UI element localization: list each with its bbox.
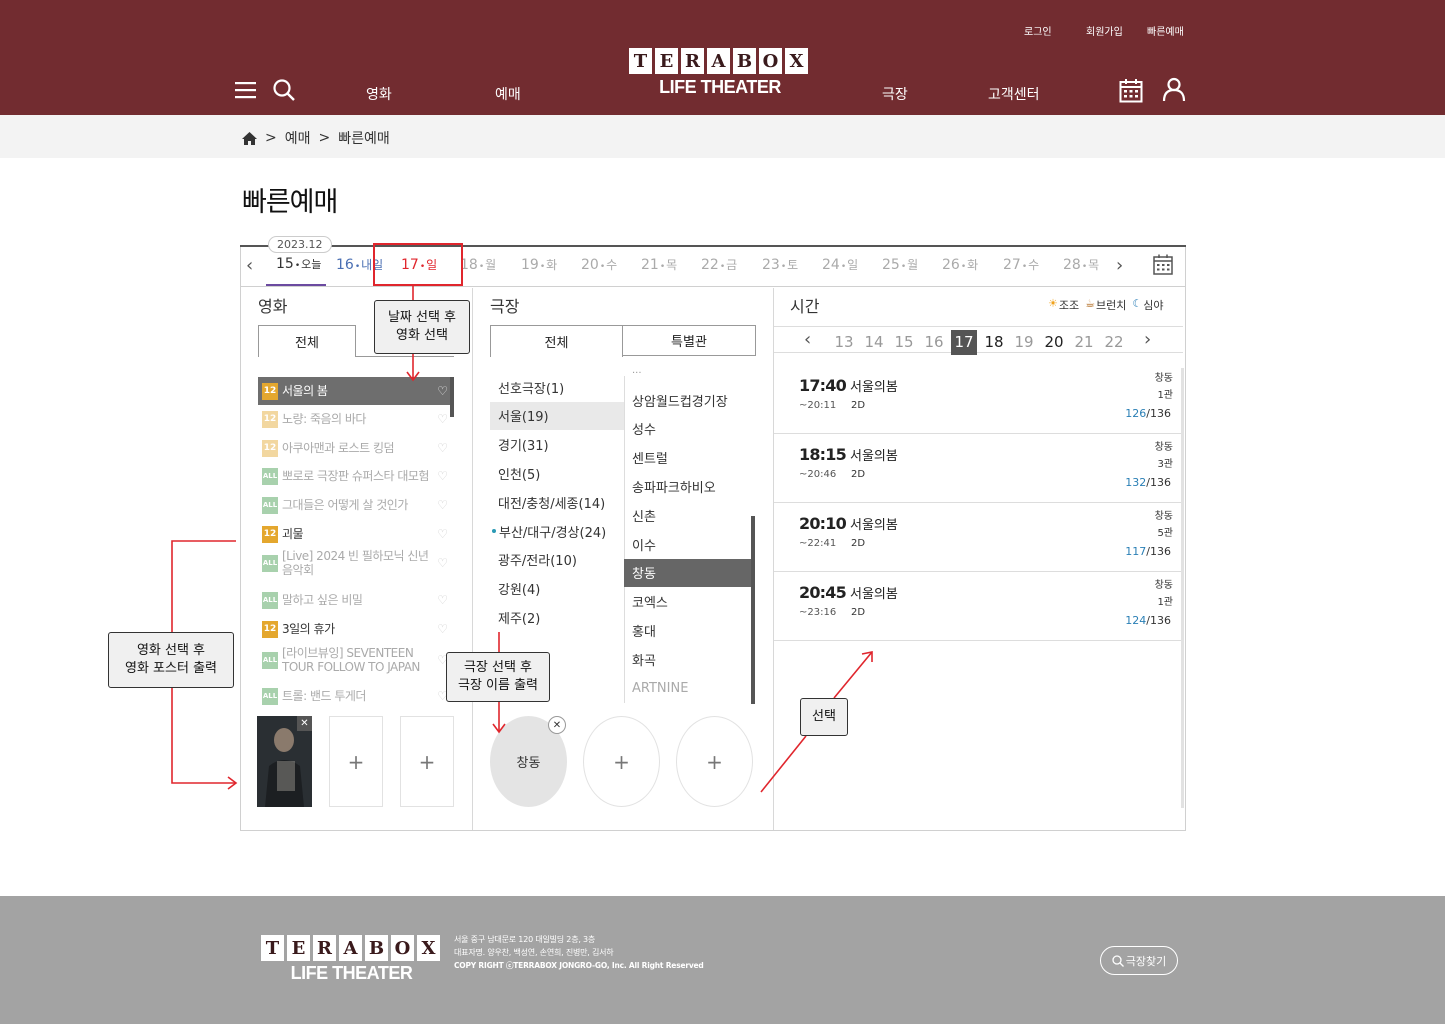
- note-date-then-movie: 날짜 선택 후 영화 선택: [374, 300, 470, 354]
- logo-letter: B: [365, 935, 388, 961]
- footer-logo-subtitle: LIFE THEATER: [290, 963, 413, 983]
- footer-ceo: 대표자명. 양우찬, 백성연, 손연희, 진병만, 김서하: [454, 948, 614, 957]
- note-theater-name: 극장 선택 후 극장 이름 출력: [446, 652, 550, 702]
- logo-letter: A: [339, 935, 362, 961]
- logo-letter: O: [391, 935, 414, 961]
- logo-letter: T: [261, 935, 284, 961]
- find-theater-button[interactable]: 극장찾기: [1100, 946, 1178, 975]
- note-select: 선택: [800, 698, 848, 736]
- logo-letter: E: [287, 935, 310, 961]
- search-icon: [1112, 954, 1124, 967]
- logo-letter: X: [417, 935, 440, 961]
- footer: [0, 896, 1445, 1024]
- footer-copyright: COPY RIGHT ⓒTERRABOX JONGRO-GO, Inc. All…: [454, 961, 704, 970]
- note-movie-poster: 영화 선택 후 영화 포스터 출력: [108, 632, 234, 688]
- find-theater-label: 극장찾기: [1125, 954, 1167, 968]
- annotation-arrows: [171, 286, 873, 793]
- logo-letter: R: [313, 935, 336, 961]
- footer-address: 서울 중구 남대문로 120 대일빌딩 2층, 3층: [454, 935, 596, 944]
- footer-logo: TERABOX: [261, 935, 440, 961]
